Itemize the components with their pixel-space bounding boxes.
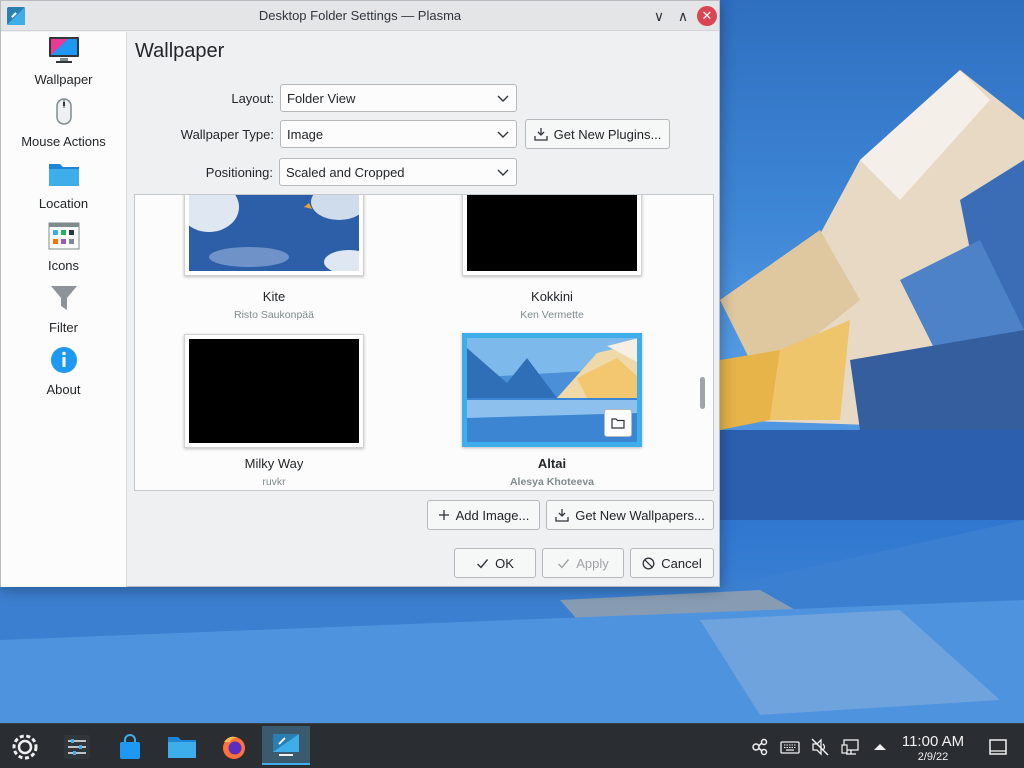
folder-icon bbox=[49, 164, 79, 186]
shopping-bag-icon bbox=[120, 734, 140, 759]
wallpaper-author: Ken Vermette bbox=[520, 309, 584, 321]
wallpaper-type-value: Image bbox=[287, 127, 324, 142]
wallpaper-author: Risto Saukonpää bbox=[234, 309, 314, 321]
sidebar: Wallpaper Mouse Actions Location Icons F… bbox=[1, 32, 127, 587]
keyboard-icon[interactable] bbox=[780, 737, 800, 757]
apply-label: Apply bbox=[576, 555, 609, 571]
download-icon bbox=[534, 128, 548, 141]
sidebar-item-filter[interactable]: Filter bbox=[1, 280, 126, 342]
layout-label: Layout: bbox=[231, 91, 274, 106]
sidebar-item-mouse-actions[interactable]: Mouse Actions bbox=[1, 94, 126, 156]
sidebar-item-wallpaper[interactable]: Wallpaper bbox=[1, 32, 126, 94]
open-folder-button[interactable] bbox=[604, 409, 632, 437]
settings-sliders-icon bbox=[64, 735, 90, 759]
desktop-settings-task[interactable] bbox=[262, 726, 310, 765]
cancel-label: Cancel bbox=[661, 555, 702, 571]
show-desktop-icon[interactable] bbox=[988, 737, 1008, 757]
monitor-icon bbox=[49, 37, 79, 63]
wallpaper-author: ruvkr bbox=[262, 476, 286, 488]
file-manager-task[interactable] bbox=[165, 730, 199, 764]
wallpaper-type-label: Wallpaper Type: bbox=[180, 127, 274, 142]
wallpaper-thumbnail-kokkini[interactable] bbox=[462, 195, 642, 276]
sidebar-item-label: Mouse Actions bbox=[21, 134, 106, 149]
sidebar-item-label: Filter bbox=[49, 320, 78, 335]
wallpaper-name: Altai bbox=[537, 456, 567, 471]
kde-connect-icon[interactable] bbox=[750, 737, 770, 757]
firefox-icon bbox=[223, 736, 245, 759]
sidebar-item-label: Location bbox=[38, 196, 89, 211]
checkmark-icon bbox=[558, 558, 570, 569]
wallpaper-author: Alesya Khoteeva bbox=[509, 476, 595, 488]
sidebar-item-icons[interactable]: Icons bbox=[1, 218, 126, 280]
positioning-combobox[interactable]: Scaled and Cropped bbox=[279, 158, 517, 186]
taskbar: 11:00 AM 2/9/22 bbox=[0, 723, 1024, 768]
cancel-icon bbox=[642, 557, 655, 569]
kokkini-preview bbox=[467, 195, 637, 271]
window-title: Desktop Folder Settings — Plasma bbox=[258, 8, 462, 23]
chevron-down-icon bbox=[497, 169, 509, 176]
sidebar-item-label: Icons bbox=[47, 258, 80, 273]
volume-muted-icon[interactable] bbox=[810, 737, 830, 757]
wallpaper-thumbnail-altai[interactable] bbox=[462, 333, 642, 447]
get-new-wallpapers-button[interactable]: Get New Wallpapers... bbox=[546, 500, 714, 530]
kite-preview bbox=[189, 195, 359, 271]
plus-icon bbox=[438, 510, 449, 520]
add-image-button[interactable]: Add Image... bbox=[427, 500, 540, 530]
get-new-plugins-button[interactable]: Get New Plugins... bbox=[525, 119, 670, 149]
minimize-button[interactable]: ∨ bbox=[649, 6, 669, 26]
get-new-plugins-label: Get New Plugins... bbox=[553, 126, 662, 142]
download-icon bbox=[555, 509, 569, 522]
sidebar-item-about[interactable]: About bbox=[1, 342, 126, 404]
get-new-wallpapers-label: Get New Wallpapers... bbox=[575, 507, 705, 523]
show-hidden-icons-arrow-icon[interactable] bbox=[870, 737, 890, 757]
sidebar-item-label: About bbox=[46, 382, 81, 397]
chevron-down-icon bbox=[497, 95, 509, 102]
wallpaper-thumbnail-kite[interactable] bbox=[184, 195, 364, 276]
add-image-label: Add Image... bbox=[455, 507, 530, 523]
wallpaper-thumbnail-milky-way[interactable] bbox=[184, 334, 364, 448]
application-launcher-button[interactable] bbox=[8, 730, 42, 764]
milky-way-preview bbox=[189, 339, 359, 443]
title-bar[interactable]: Desktop Folder Settings — Plasma ∨ ∧ ✕ bbox=[1, 1, 719, 31]
network-wired-icon[interactable] bbox=[841, 737, 861, 757]
wallpaper-name: Kite bbox=[262, 289, 286, 304]
ok-button[interactable]: OK bbox=[454, 548, 536, 578]
clock-date: 2/9/22 bbox=[917, 751, 949, 763]
layout-combobox[interactable]: Folder View bbox=[280, 84, 517, 112]
wallpaper-name: Kokkini bbox=[531, 289, 573, 304]
cancel-button[interactable]: Cancel bbox=[630, 548, 714, 578]
positioning-label: Positioning: bbox=[205, 165, 273, 180]
sidebar-item-label: Wallpaper bbox=[34, 72, 93, 87]
icons-grid-icon bbox=[48, 222, 80, 250]
settings-window: Desktop Folder Settings — Plasma ∨ ∧ ✕ W… bbox=[0, 0, 720, 587]
folder-open-icon bbox=[611, 418, 625, 429]
wallpaper-gallery[interactable]: Kite Risto Saukonpää Kokkini Ken Vermett… bbox=[134, 194, 714, 491]
discover-store-task[interactable] bbox=[113, 730, 147, 764]
wallpaper-type-combobox[interactable]: Image bbox=[280, 120, 517, 148]
digital-clock[interactable]: 11:00 AM 2/9/22 bbox=[890, 733, 976, 764]
wallpaper-name: Milky Way bbox=[244, 456, 304, 471]
layout-value: Folder View bbox=[287, 91, 356, 106]
ok-label: OK bbox=[495, 555, 514, 571]
close-button[interactable]: ✕ bbox=[697, 6, 717, 26]
maximize-button[interactable]: ∧ bbox=[673, 6, 693, 26]
page-title: Wallpaper bbox=[135, 40, 225, 62]
sidebar-item-location[interactable]: Location bbox=[1, 156, 126, 218]
chevron-down-icon bbox=[497, 131, 509, 138]
folder-icon bbox=[168, 737, 196, 758]
mouse-icon bbox=[56, 98, 72, 125]
system-settings-task[interactable] bbox=[60, 730, 94, 764]
info-icon bbox=[51, 347, 77, 373]
monitor-icon bbox=[273, 733, 299, 756]
gallery-scrollbar[interactable] bbox=[700, 377, 705, 409]
clock-time: 11:00 AM bbox=[901, 733, 965, 750]
positioning-value: Scaled and Cropped bbox=[286, 165, 405, 180]
plasma-gear-icon bbox=[12, 734, 38, 760]
apply-button[interactable]: Apply bbox=[542, 548, 624, 578]
checkmark-icon bbox=[477, 558, 489, 569]
filter-icon bbox=[51, 286, 77, 310]
firefox-task[interactable] bbox=[217, 730, 251, 764]
content-area: Wallpaper Layout: Folder View Wallpaper … bbox=[127, 32, 720, 587]
